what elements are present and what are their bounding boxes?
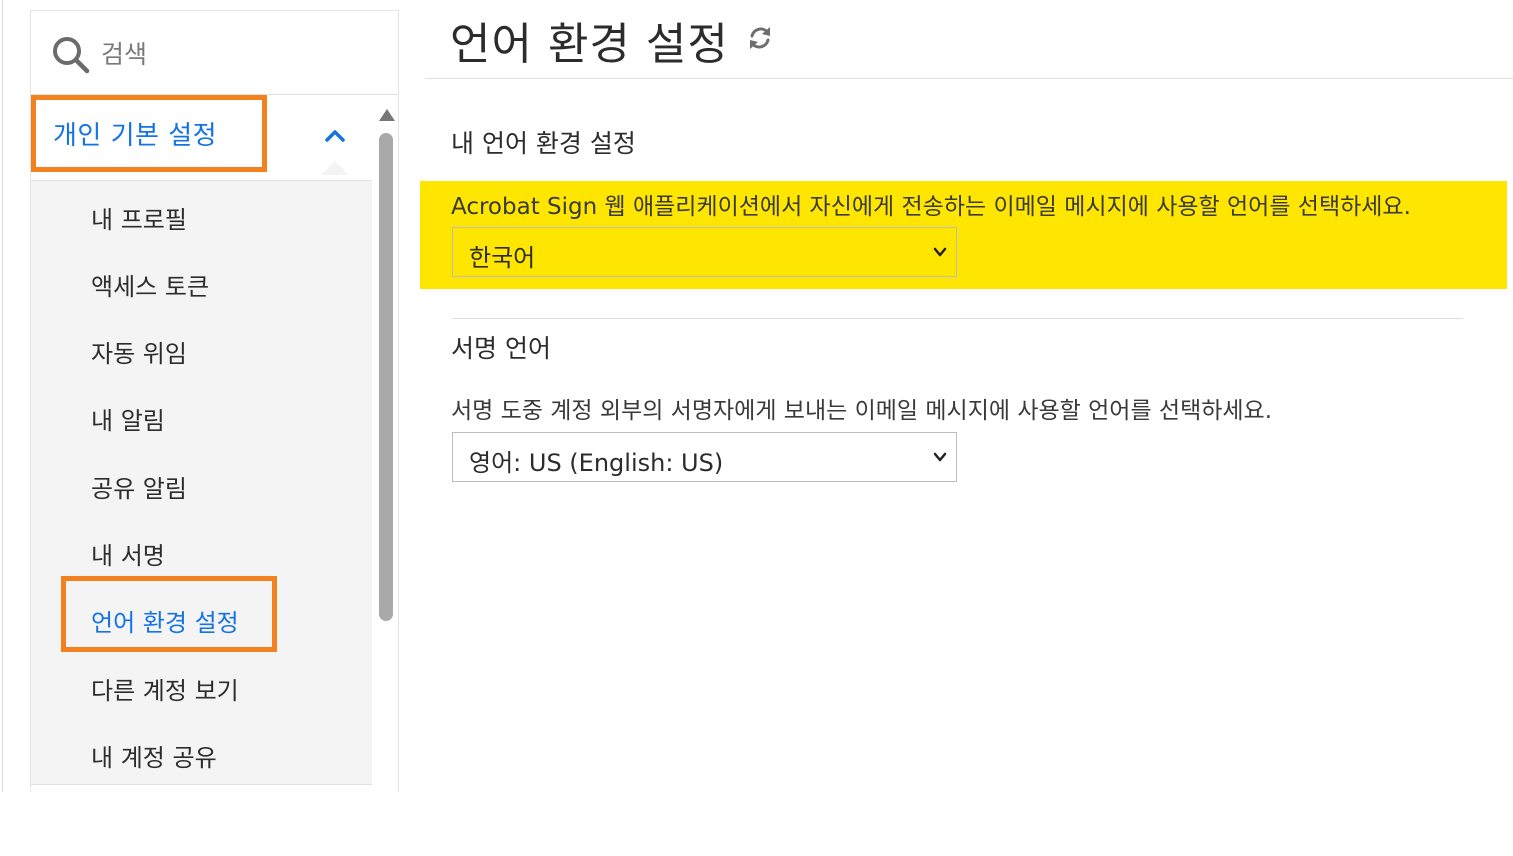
signing-language-description: 서명 도중 계정 외부의 서명자에게 보내는 이메일 메시지에 사용할 언어를 … (451, 398, 1273, 424)
sidebar: 개인 기본 설정 내 프로필 액세스 토큰 자동 위임 내 알림 공유 알림 내… (30, 10, 399, 792)
my-language-select[interactable]: 한국어 (452, 227, 957, 277)
sidebar-item-my-notifications[interactable]: 내 알림 (91, 401, 165, 436)
chevron-up-icon[interactable] (323, 125, 347, 145)
search-icon[interactable] (51, 35, 91, 75)
section-title[interactable]: 개인 기본 설정 (53, 115, 217, 152)
section-caret (321, 161, 349, 175)
sidebar-item-share-my-account[interactable]: 내 계정 공유 (91, 738, 217, 773)
scrollbar[interactable] (379, 133, 393, 621)
section-divider (452, 318, 1463, 319)
signing-language-select[interactable]: 영어: US (English: US) (452, 432, 957, 482)
signing-language-selected-value: 영어: US (English: US) (469, 449, 724, 477)
scrollbar-thumb[interactable] (379, 133, 393, 621)
sidebar-item-auto-delegation[interactable]: 자동 위임 (91, 334, 187, 369)
title-divider (425, 78, 1513, 79)
refresh-icon[interactable] (746, 24, 774, 52)
scroll-up-arrow-icon[interactable] (377, 107, 397, 123)
window-edge (2, 0, 3, 792)
chevron-down-icon (933, 452, 947, 462)
my-language-selected-value: 한국어 (469, 244, 536, 272)
sidebar-item-access-tokens[interactable]: 액세스 토큰 (91, 267, 209, 302)
sidebar-item-shared-notifications[interactable]: 공유 알림 (91, 469, 187, 504)
signing-language-heading: 서명 언어 (451, 334, 551, 363)
sidebar-menu: 내 프로필 액세스 토큰 자동 위임 내 알림 공유 알림 내 서명 언어 환경… (31, 181, 372, 785)
chevron-down-icon (933, 247, 947, 257)
sidebar-item-language-preferences[interactable]: 언어 환경 설정 (91, 603, 239, 638)
sidebar-item-my-profile[interactable]: 내 프로필 (91, 200, 187, 235)
sidebar-item-view-other-accounts[interactable]: 다른 계정 보기 (91, 671, 239, 706)
search-bar (31, 11, 398, 95)
search-input[interactable] (101, 35, 361, 73)
my-language-description: Acrobat Sign 웹 애플리케이션에서 자신에게 전송하는 이메일 메시… (451, 194, 1411, 220)
sidebar-item-my-signature[interactable]: 내 서명 (91, 536, 165, 571)
page-title: 언어 환경 설정 (450, 19, 729, 70)
my-language-heading: 내 언어 환경 설정 (451, 129, 636, 158)
